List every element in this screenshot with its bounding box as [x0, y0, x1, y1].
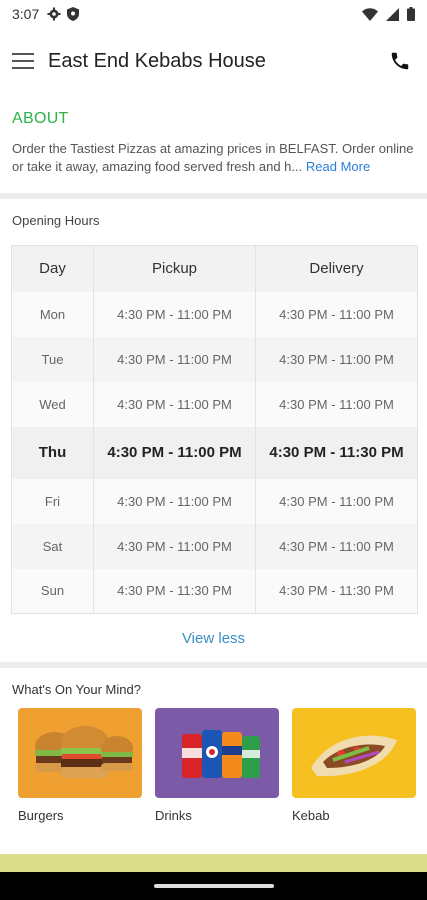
category-burgers[interactable]: Burgers — [18, 708, 142, 823]
delivery-cell: 4:30 PM - 11:00 PM — [279, 351, 394, 367]
app-bar: East End Kebabs House — [0, 38, 427, 84]
shield-icon — [67, 7, 80, 21]
pickup-cell: 4:30 PM - 11:30 PM — [93, 568, 256, 614]
day-cell: Fri — [11, 478, 94, 524]
opening-hours-title: Opening Hours — [12, 213, 100, 228]
table-row: Sun 4:30 PM - 11:30 PM 4:30 PM - 11:30 P… — [11, 568, 418, 614]
table-row: Sat 4:30 PM - 11:00 PM 4:30 PM - 11:00 P… — [11, 523, 418, 569]
wifi-icon — [362, 7, 378, 21]
delivery-cell: 4:30 PM - 11:30 PM — [279, 583, 394, 599]
column-header-delivery: Delivery — [309, 260, 364, 278]
pickup-cell: 4:30 PM - 11:00 PM — [93, 336, 256, 382]
about-heading: ABOUT — [12, 110, 69, 127]
table-row: Tue 4:30 PM - 11:00 PM 4:30 PM - 11:00 P… — [11, 336, 418, 382]
system-navigation-bar — [0, 872, 427, 900]
delivery-cell: 4:30 PM - 11:00 PM — [279, 538, 394, 554]
category-label: Burgers — [18, 808, 64, 823]
pickup-cell: 4:30 PM - 11:00 PM — [93, 426, 256, 479]
category-list: Burgers Drinks Kebab — [18, 708, 416, 823]
column-header-pickup: Pickup — [93, 245, 256, 292]
day-cell: Wed — [11, 381, 94, 427]
about-text: Order the Tastiest Pizzas at amazing pri… — [12, 140, 416, 176]
day-cell: Tue — [11, 336, 94, 382]
delivery-cell: 4:30 PM - 11:00 PM — [279, 396, 394, 412]
delivery-cell: 4:30 PM - 11:30 PM — [255, 426, 418, 479]
settings-icon — [47, 7, 61, 21]
delivery-cell: 4:30 PM - 11:00 PM — [279, 493, 394, 509]
burger-icon — [18, 708, 142, 798]
table-header-row: Day Pickup Delivery — [11, 245, 418, 292]
signal-icon — [386, 7, 399, 21]
battery-icon — [407, 7, 415, 21]
kebab-icon — [292, 708, 416, 798]
category-drinks[interactable]: Drinks — [155, 708, 279, 823]
status-time: 3:07 — [12, 6, 40, 22]
home-gesture-handle[interactable] — [153, 884, 274, 888]
column-header-day: Day — [11, 245, 94, 292]
phone-icon[interactable] — [385, 46, 415, 76]
table-row: Fri 4:30 PM - 11:00 PM 4:30 PM - 11:00 P… — [11, 478, 418, 524]
pickup-cell: 4:30 PM - 11:00 PM — [93, 478, 256, 524]
restaurant-title: East End Kebabs House — [48, 49, 266, 72]
day-cell: Sun — [11, 568, 94, 614]
category-label: Kebab — [292, 808, 330, 823]
about-section: ABOUT Order the Tastiest Pizzas at amazi… — [12, 110, 416, 176]
pickup-cell: 4:30 PM - 11:00 PM — [93, 381, 256, 427]
pickup-cell: 4:30 PM - 11:00 PM — [93, 291, 256, 337]
table-row-today: Thu 4:30 PM - 11:00 PM 4:30 PM - 11:30 P… — [11, 426, 418, 479]
opening-hours-table: Day Pickup Delivery Mon 4:30 PM - 11:00 … — [11, 245, 418, 614]
pickup-cell: 4:30 PM - 11:00 PM — [93, 523, 256, 569]
table-row: Wed 4:30 PM - 11:00 PM 4:30 PM - 11:00 P… — [11, 381, 418, 427]
category-label: Drinks — [155, 808, 192, 823]
hamburger-icon[interactable] — [12, 48, 38, 74]
read-more-link[interactable]: Read More — [306, 159, 370, 174]
category-kebab[interactable]: Kebab — [292, 708, 416, 823]
section-divider — [0, 662, 427, 668]
view-less-button[interactable]: View less — [0, 630, 427, 647]
cans-icon — [155, 708, 279, 798]
table-row: Mon 4:30 PM - 11:00 PM 4:30 PM - 11:00 P… — [11, 291, 418, 337]
day-cell: Thu — [11, 426, 94, 479]
day-cell: Mon — [11, 291, 94, 337]
section-divider — [0, 193, 427, 199]
whats-on-your-mind-title: What's On Your Mind? — [12, 682, 141, 697]
day-cell: Sat — [11, 523, 94, 569]
delivery-cell: 4:30 PM - 11:00 PM — [279, 306, 394, 322]
status-bar: 3:07 — [0, 0, 427, 28]
